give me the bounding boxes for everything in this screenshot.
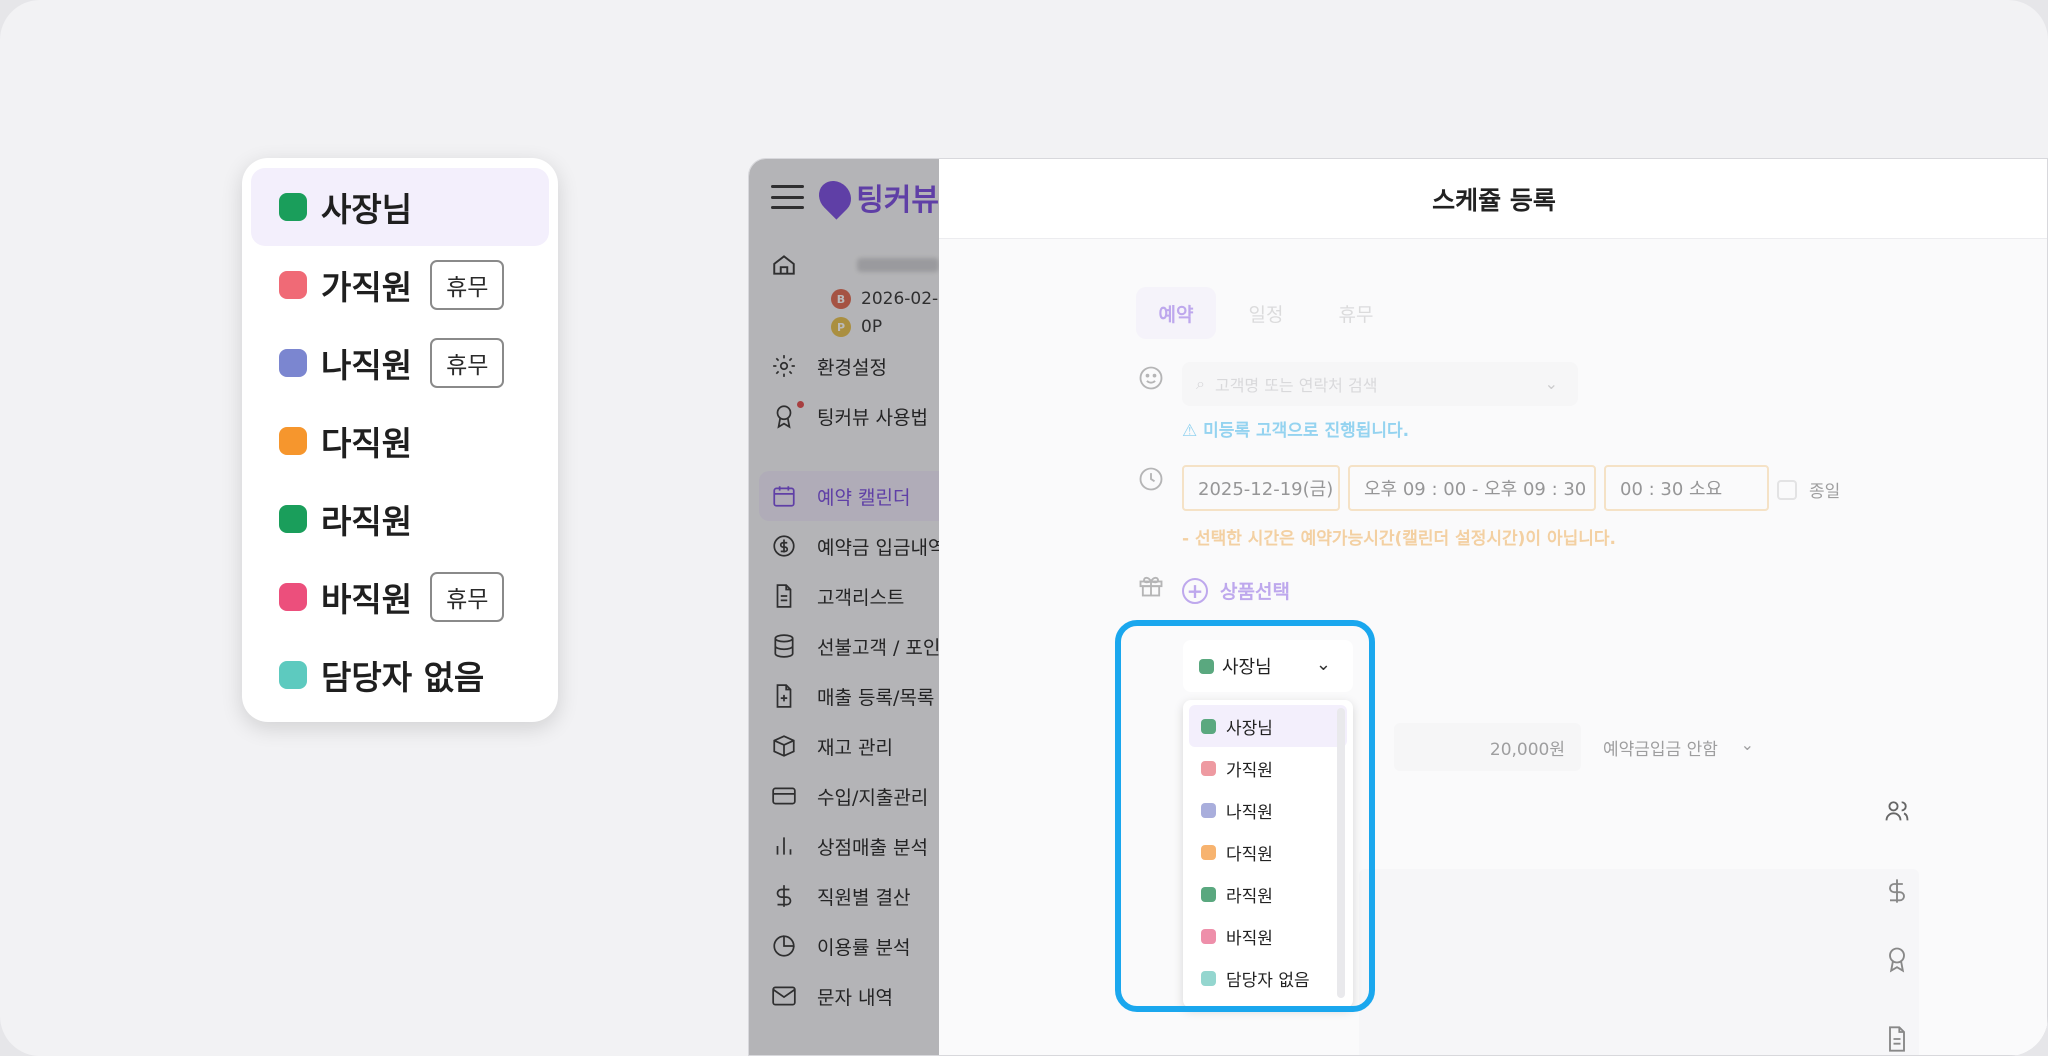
staff-legend-item[interactable]: 바직원 휴무 [251, 558, 549, 636]
day-off-badge: 휴무 [430, 260, 505, 310]
staff-color-dot [279, 505, 307, 533]
search-placeholder: 고객명 또는 연락처 검색 [1214, 376, 1378, 395]
chevron-down-icon: ⌄ [1740, 735, 1754, 754]
tab-reservation[interactable]: 예약 [1136, 287, 1216, 339]
allday-label: 종일 [1809, 482, 1841, 502]
clock-icon [1137, 465, 1165, 493]
price-input[interactable]: 20,000원 [1394, 723, 1581, 771]
app-window: 팅커뷰 B 2026-02- P 0P 환경설정 팅커뷰 사용법 예약 캘린더 … [748, 158, 2048, 1056]
badge-icon [1883, 945, 1911, 973]
smile-icon [1137, 364, 1165, 392]
staff-legend-item[interactable]: 가직원 휴무 [251, 246, 549, 324]
staff-color-dot [279, 583, 307, 611]
staff-legend-label: 라직원 [321, 502, 413, 541]
canvas: 사장님 가직원 휴무 나직원 휴무 다직원 라직원 바직원 휴무 담당자 없음 팅커뷰 [0, 0, 2048, 1056]
staff-legend-label: 담당자 없음 [321, 658, 485, 697]
plus-circle-icon: + [1182, 577, 1208, 604]
day-off-badge: 휴무 [430, 572, 505, 622]
staff-color-dot [279, 427, 307, 455]
staff-legend-item[interactable]: 담당자 없음 [251, 636, 549, 714]
people-icon [1883, 797, 1911, 825]
date-field[interactable]: 2025-12-19(금) [1182, 465, 1340, 511]
day-off-badge: 휴무 [430, 338, 505, 388]
staff-legend-item[interactable]: 나직원 휴무 [251, 324, 549, 402]
unregistered-notice: ⚠ 미등록 고객으로 진행됩니다. [1182, 421, 1410, 441]
allday-checkbox[interactable] [1777, 479, 1797, 500]
staff-color-dot [279, 349, 307, 377]
document-icon [1883, 1025, 1911, 1053]
tab-schedule[interactable]: 일정 [1226, 287, 1306, 339]
staff-legend-popover: 사장님 가직원 휴무 나직원 휴무 다직원 라직원 바직원 휴무 담당자 없음 [242, 158, 558, 722]
customer-search-input[interactable]: ⌕ 고객명 또는 연락처 검색 ⌄ [1182, 362, 1578, 406]
sidebar-dim-overlay[interactable] [749, 159, 939, 1055]
allday-toggle[interactable]: 종일 [1777, 477, 1840, 502]
product-select-button[interactable]: + 상품선택 [1182, 577, 1290, 604]
drawer-title: 스케쥴 등록 [939, 159, 2047, 239]
staff-legend-label: 다직원 [321, 424, 413, 463]
deposit-status-select[interactable]: 예약금입금 안함 ⌄ [1591, 723, 1776, 771]
staff-color-dot [279, 271, 307, 299]
time-warning: - 선택한 시간은 예약가능시간(캘린더 설정시간)이 아닙니다. [1182, 529, 1617, 549]
search-icon: ⌕ [1196, 374, 1205, 393]
gift-icon [1137, 571, 1165, 599]
duration-field[interactable]: 00 : 30 소요 [1604, 465, 1769, 511]
chevron-down-icon: ⌄ [1544, 374, 1558, 393]
schedule-tabs: 예약 일정 휴무 [1136, 287, 1406, 339]
staff-color-dot [279, 193, 307, 221]
product-select-label: 상품선택 [1220, 581, 1290, 603]
staff-legend-label: 가직원 [321, 268, 413, 307]
tab-day-off[interactable]: 휴무 [1316, 287, 1396, 339]
staff-legend-item[interactable]: 사장님 [251, 168, 549, 246]
highlight-ring [1115, 620, 1375, 1012]
staff-legend-label: 나직원 [321, 346, 413, 385]
staff-legend-label: 바직원 [321, 580, 413, 619]
staff-legend-item[interactable]: 라직원 [251, 480, 549, 558]
staff-legend-label: 사장님 [321, 190, 413, 229]
memo-area[interactable] [1359, 869, 1919, 1055]
time-range-field[interactable]: 오후 09 : 00 - 오후 09 : 30 [1348, 465, 1596, 511]
schedule-drawer: 스케쥴 등록 예약 일정 휴무 ⌕ 고객명 또는 연락처 검색 ⌄ ⚠ 미등록 … [939, 159, 2047, 1055]
deposit-status-label: 예약금입금 안함 [1603, 739, 1718, 760]
dollar-icon [1883, 877, 1911, 905]
staff-color-dot [279, 661, 307, 689]
staff-legend-item[interactable]: 다직원 [251, 402, 549, 480]
